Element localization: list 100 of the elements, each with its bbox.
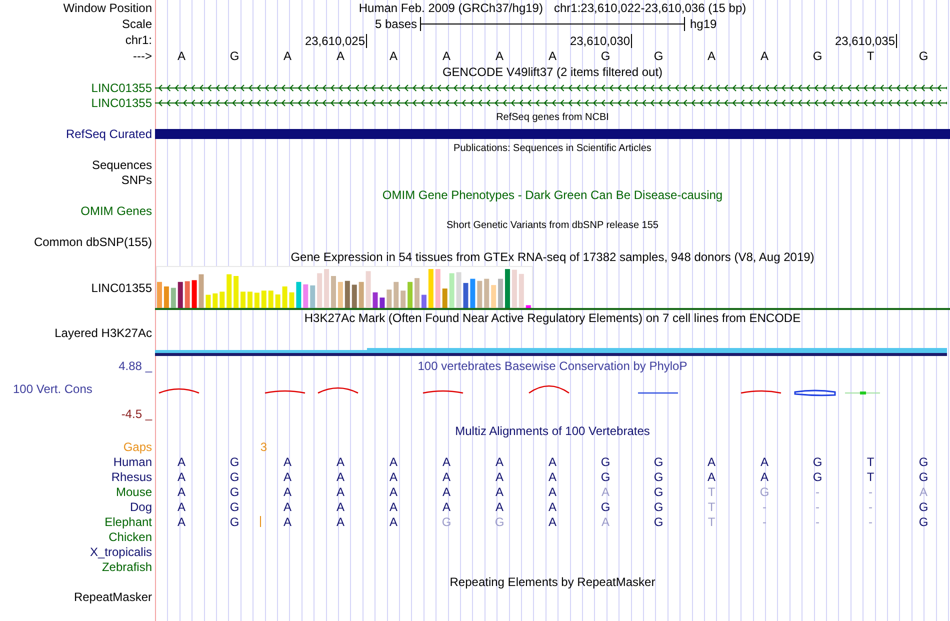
aligned-base: A bbox=[601, 514, 610, 528]
aligned-base: T bbox=[708, 500, 716, 514]
aligned-base: A bbox=[389, 470, 398, 484]
base-letter: A bbox=[389, 49, 398, 63]
aligned-base: A bbox=[548, 484, 556, 498]
aligned-base: A bbox=[177, 514, 186, 528]
aligned-base: - bbox=[868, 514, 872, 528]
axis-min-label: -4.5 _ bbox=[121, 407, 152, 421]
aligned-base: A bbox=[707, 454, 716, 468]
base-letter: A bbox=[495, 49, 504, 63]
track-label[interactable]: RepeatMasker bbox=[74, 590, 152, 604]
aligned-base: A bbox=[283, 514, 292, 528]
base-letter: A bbox=[177, 49, 186, 63]
track-title: 100 vertebrates Basewise Conservation by PhyloP bbox=[418, 359, 688, 373]
track-label[interactable]: OMIM Genes bbox=[80, 204, 152, 218]
track-label[interactable]: LINC01355 bbox=[91, 280, 152, 294]
aligned-base: A bbox=[548, 514, 556, 528]
row-label[interactable]: chr1: bbox=[125, 33, 152, 47]
track-title: RefSeq genes from NCBI bbox=[496, 111, 609, 125]
aligned-base: A bbox=[548, 454, 556, 468]
base-letter: A bbox=[442, 49, 450, 63]
track-label[interactable]: Rhesus bbox=[111, 470, 152, 484]
aligned-base: G bbox=[654, 514, 664, 528]
gene-feature-line[interactable] bbox=[155, 82, 947, 94]
aligned-base: - bbox=[816, 484, 820, 498]
aligned-base: A bbox=[283, 500, 292, 514]
row-label[interactable]: Scale bbox=[122, 17, 152, 31]
track-title: Gene Expression in 54 tissues from GTEx RNA-seq of 17382 samples, 948 donors (V8, Aug 2019) bbox=[290, 250, 814, 264]
track-label[interactable]: Zebrafish bbox=[102, 560, 152, 574]
aligned-base: G bbox=[230, 454, 240, 468]
aligned-base: A bbox=[389, 454, 398, 468]
aligned-base: A bbox=[760, 470, 768, 484]
aligned-base: G bbox=[494, 514, 504, 528]
aligned-base: T bbox=[866, 470, 874, 484]
ruler-tick: 23,610,025 bbox=[304, 34, 367, 48]
track-label[interactable]: X_tropicalis bbox=[90, 544, 152, 558]
aligned-base: A bbox=[283, 454, 292, 468]
base-letter: A bbox=[283, 49, 292, 63]
aligned-base: A bbox=[548, 500, 556, 514]
expression-bar[interactable] bbox=[421, 294, 426, 308]
expression-bar[interactable] bbox=[380, 298, 385, 308]
aligned-base: A bbox=[548, 470, 556, 484]
track-label[interactable]: Human bbox=[113, 454, 152, 468]
row-label[interactable]: ---> bbox=[133, 49, 152, 63]
aligned-base: G bbox=[918, 454, 928, 468]
axis-max-label: 4.88 _ bbox=[118, 359, 152, 373]
aligned-base: T bbox=[866, 454, 874, 468]
aligned-base: - bbox=[868, 484, 872, 498]
aligned-base: A bbox=[283, 484, 292, 498]
aligned-base: A bbox=[760, 454, 768, 468]
aligned-base: A bbox=[389, 500, 398, 514]
gene-feature-line[interactable] bbox=[155, 96, 947, 108]
expression-bar[interactable] bbox=[372, 292, 378, 308]
aligned-base: G bbox=[600, 500, 610, 514]
track-label[interactable]: RefSeq Curated bbox=[66, 126, 152, 140]
scale-text: 5 bases bbox=[374, 17, 417, 31]
aligned-base: A bbox=[336, 514, 344, 528]
ruler-tick: 23,610,035 bbox=[834, 34, 897, 48]
aligned-base: A bbox=[495, 470, 504, 484]
aligned-base: A bbox=[336, 454, 344, 468]
track-label[interactable]: Sequences bbox=[92, 158, 152, 172]
aligned-base: A bbox=[495, 454, 504, 468]
track-label[interactable]: Layered H3K27Ac bbox=[54, 326, 152, 340]
track-label[interactable]: Common dbSNP(155) bbox=[34, 234, 152, 248]
base-letter: A bbox=[548, 49, 556, 63]
expression-bar[interactable] bbox=[178, 282, 183, 308]
expression-bar[interactable] bbox=[352, 284, 357, 308]
track-label[interactable]: LINC01355 bbox=[91, 80, 152, 94]
gene-feature-bar[interactable] bbox=[155, 128, 950, 138]
track-title: GENCODE V49lift37 (2 items filtered out) bbox=[442, 65, 663, 79]
scale-text: hg19 bbox=[690, 17, 717, 31]
aligned-base: G bbox=[654, 470, 664, 484]
expression-bar[interactable] bbox=[344, 280, 350, 308]
aligned-base: A bbox=[495, 484, 504, 498]
aligned-base: G bbox=[230, 500, 240, 514]
aligned-base: A bbox=[177, 500, 186, 514]
track-label[interactable]: Elephant bbox=[104, 514, 152, 528]
track-title: Publications: Sequences in Scientific Articles bbox=[454, 142, 652, 156]
gap-count: 3 bbox=[260, 440, 267, 454]
aligned-base: G bbox=[442, 514, 452, 528]
track-label[interactable]: Chicken bbox=[108, 530, 152, 544]
track-label[interactable]: Mouse bbox=[116, 484, 152, 498]
aligned-base: A bbox=[601, 484, 610, 498]
track-label[interactable]: LINC01355 bbox=[91, 96, 152, 110]
aligned-base: G bbox=[760, 484, 770, 498]
track-label[interactable]: 100 Vert. Cons bbox=[13, 382, 92, 396]
track-title: Short Genetic Variants from dbSNP release 155 bbox=[446, 219, 658, 233]
aligned-base: G bbox=[812, 454, 822, 468]
base-letter: T bbox=[866, 49, 874, 63]
track-label[interactable]: SNPs bbox=[121, 172, 152, 186]
base-letter: G bbox=[918, 49, 928, 63]
aligned-base: A bbox=[442, 484, 450, 498]
base-letter: G bbox=[230, 49, 240, 63]
row-label[interactable]: Window Position bbox=[63, 1, 152, 15]
expression-bar[interactable] bbox=[463, 282, 468, 308]
aligned-base: G bbox=[812, 470, 822, 484]
track-label[interactable]: Dog bbox=[130, 500, 152, 514]
aligned-base: A bbox=[177, 454, 186, 468]
aligned-base: A bbox=[389, 484, 398, 498]
aligned-base: G bbox=[230, 514, 240, 528]
